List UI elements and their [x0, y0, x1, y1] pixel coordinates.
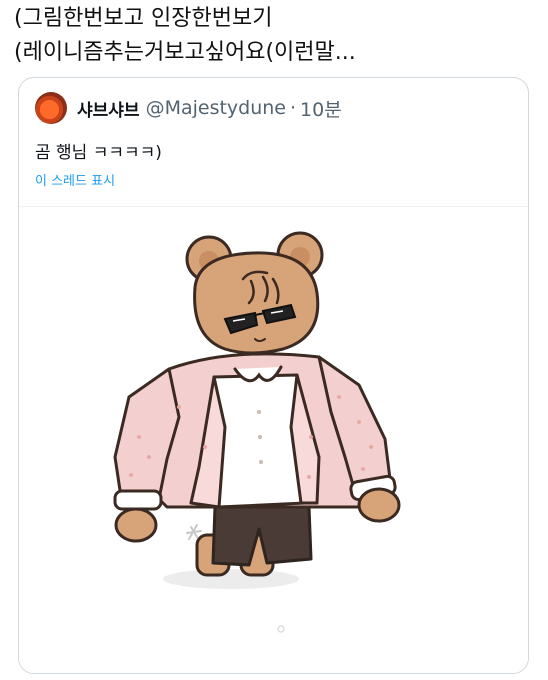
- quote-header: 샤브샤브 @Majestydune · 10분: [35, 92, 342, 124]
- avatar[interactable]: [35, 92, 67, 124]
- bear-illustration: [113, 231, 401, 633]
- post-line-1: (그림한번보고 인장한번보기: [14, 6, 273, 31]
- quoted-tweet-card[interactable]: 샤브샤브 @Majestydune · 10분 곰 행님 ㅋㅋㅋㅋ) 이 스레드…: [18, 77, 529, 674]
- quote-text: 곰 행님 ㅋㅋㅋㅋ): [35, 143, 162, 163]
- quote-media-image[interactable]: [19, 206, 528, 673]
- post-text: (그림한번보고 인장한번보기 (레이니즘추는거보고싶어요(이런말...: [14, 2, 534, 70]
- user-handle[interactable]: @Majestydune: [146, 97, 286, 119]
- post-line-2: (레이니즘추는거보고싶어요(이런말...: [14, 40, 356, 65]
- timestamp[interactable]: 10분: [300, 95, 342, 122]
- separator-dot: ·: [290, 97, 297, 119]
- show-thread-link[interactable]: 이 스레드 표시: [35, 170, 115, 189]
- display-name[interactable]: 샤브샤브: [77, 96, 140, 121]
